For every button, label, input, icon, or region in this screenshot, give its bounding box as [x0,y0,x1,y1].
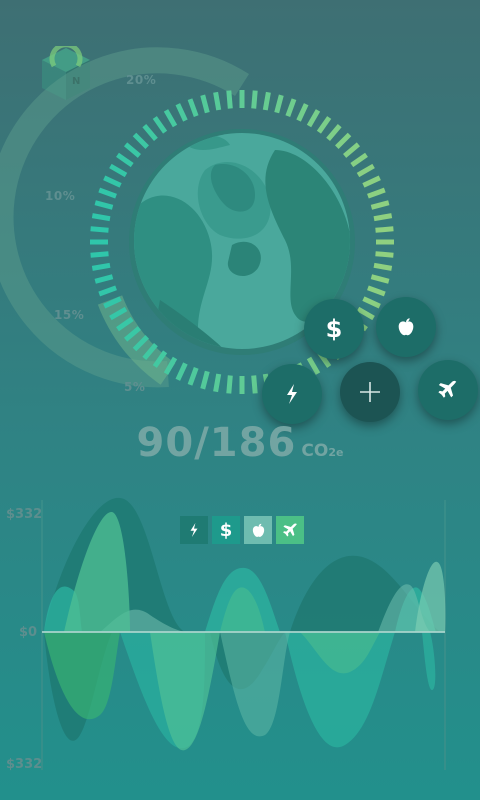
apple-icon [398,318,414,336]
gauge-tick [226,90,233,109]
gauge-tick [132,132,149,149]
gauge-tick [375,226,394,233]
gauge-label-5: 5% [124,380,146,394]
y-axis-top-label: $332 [6,507,43,522]
add-button[interactable] [340,362,400,422]
gauge-tick [306,109,321,128]
gauge-tick [94,200,114,210]
gauge-tick [213,373,222,393]
airplane-icon [438,380,457,398]
gauge-tick [335,132,352,149]
gauge-tick [350,152,368,168]
lightning-icon [190,523,198,537]
gauge-tick [326,123,342,142]
gauge-tick [187,98,199,117]
gauge-tick [103,175,122,188]
gauge-tick [373,213,393,222]
energy-button[interactable] [262,364,322,424]
dollar-icon: $ [219,519,233,541]
gauge-tick [109,163,128,178]
money-button[interactable]: $ [304,299,364,359]
gauge-tick [251,375,258,394]
gauge-tick [91,262,111,271]
travel-button[interactable] [418,360,478,420]
gauge-tick [123,142,142,158]
gauge-label-20: 20% [126,73,157,87]
score-value: 90/186 [136,420,297,466]
gauge-tick [175,362,188,381]
gauge-tick [342,142,361,158]
score-unit: CO [301,441,329,461]
gauge-tick [251,90,258,109]
airplane-icon [282,522,297,537]
y-axis-zero-label: $0 [19,625,38,640]
gauge-label-10: 10% [45,189,76,203]
gauge-tick [375,251,394,258]
score-unit-subscript: 2e [328,446,344,459]
gauge-tick [152,116,168,134]
gauge-tick [94,274,114,284]
dollar-icon: $ [325,315,343,343]
gauge-tick [285,98,297,117]
gauge-tick [362,175,381,188]
legend-money[interactable]: $ [212,516,240,544]
gauge-tick [213,91,222,111]
gauge-tick [91,213,111,222]
gauge-tick [370,200,390,210]
emissions-gauge [0,47,394,394]
gauge-tick [116,152,134,168]
emissions-score: 90/186 CO2e [0,420,480,466]
gauge-tick [373,262,393,271]
apple-icon [252,523,264,537]
food-button[interactable] [376,297,436,357]
gauge-tick [367,187,386,199]
gauge-tick [362,296,381,309]
gauge-tick [142,123,158,142]
legend-energy[interactable] [180,516,208,544]
gauge-tick [98,187,117,199]
gauge-tick [262,91,271,111]
legend-food[interactable] [244,516,272,544]
gauge-tick [187,367,199,386]
lightning-icon [287,384,297,404]
gauge-tick [316,116,332,134]
gauge-tick [296,103,309,122]
gauge-tick [367,285,386,297]
gauge-tick [370,274,390,284]
gauge-tick [226,375,233,394]
y-axis-bottom-label: $332 [6,757,43,772]
gauge-tick [98,285,117,297]
app-screen: N 20% 10% 15% 5% $ 90/186 CO2e $332 $0 $… [0,0,480,800]
gauge-tick [200,94,210,114]
gauge-tick [356,163,375,178]
gauge-tick [274,94,284,114]
plus-icon [360,382,380,402]
gauge-tick [163,109,178,128]
gauge-tick [175,103,188,122]
gauge-tick [90,251,109,258]
gauge-tick [90,226,109,233]
gauge-tick [200,370,210,390]
gauge-label-15: 15% [54,308,85,322]
legend-travel[interactable] [276,516,304,544]
chart-legend: $ [180,516,304,544]
